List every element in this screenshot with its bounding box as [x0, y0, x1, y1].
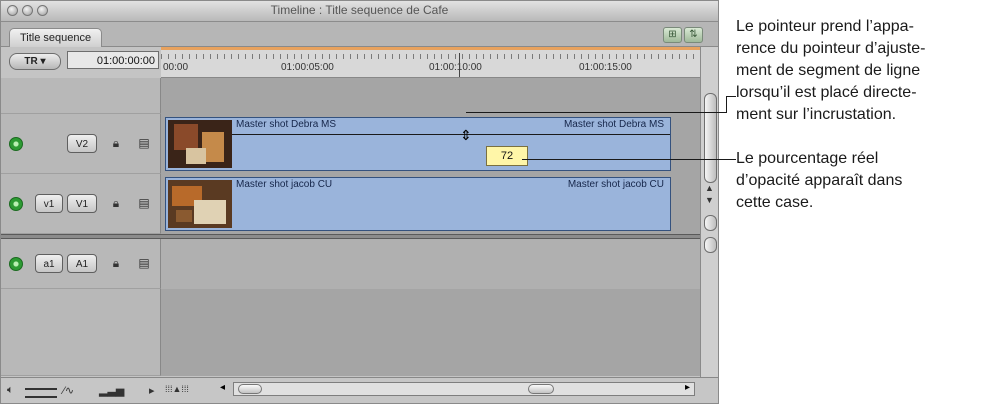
clip-thumbnail — [168, 120, 232, 168]
speaker-icon[interactable]: 🔈︎ — [7, 384, 14, 397]
lock-icon[interactable]: 🔒︎ — [109, 256, 123, 270]
annotation-line: d’opacité apparaît dans — [736, 172, 903, 189]
leader-line — [522, 159, 736, 160]
track-area-v2: Master shot Debra MS Master shot Debra M… — [161, 114, 700, 174]
leader-line — [726, 96, 736, 97]
opacity-overlay-line[interactable] — [232, 134, 670, 135]
annotation-line: Le pointeur prend l’appa- — [736, 18, 914, 35]
auto-select-icon[interactable]: ▤ — [137, 196, 151, 210]
timeline-bottom-bar: 🔈︎ ⁄∿ ▂▃▅ ▸ ⁞⁞⁞▲⁞⁞⁞ ◂ ▸ — [1, 377, 718, 403]
scroll-thumb[interactable] — [528, 384, 554, 394]
lock-icon[interactable]: 🔒︎ — [109, 136, 123, 150]
tracks-area: V2 🔒︎ ▤ Master shot Debra MS Master shot… — [1, 78, 700, 376]
track-selector-button[interactable]: TR ▾ — [9, 53, 61, 70]
track-size-icon[interactable]: ▂▃▅ — [99, 384, 124, 397]
clip-name: Master shot Debra MS — [236, 119, 337, 130]
zoom-slider-icon[interactable]: ⁞⁞⁞▲⁞⁞⁞ — [165, 384, 189, 394]
line-adjust-cursor-icon: ⇕ — [460, 127, 472, 143]
video-audio-split-handle[interactable] — [704, 215, 717, 231]
clip-thumbnail — [168, 180, 232, 228]
annotation-line: Le pourcentage réel — [736, 150, 879, 167]
visibility-icon[interactable] — [9, 137, 23, 151]
opacity-value-tooltip: 72 — [486, 146, 528, 166]
percentage-annotation: Le pourcentage réel d’opacité apparaît d… — [736, 148, 902, 214]
clip-debra[interactable]: Master shot Debra MS Master shot Debra M… — [165, 117, 671, 171]
clip-name: Master shot Debra MS — [563, 119, 664, 130]
visibility-icon[interactable] — [9, 197, 23, 211]
clip-jacob[interactable]: Master shot jacob CU Master shot jacob C… — [165, 177, 671, 231]
track-header-v2: V2 🔒︎ ▤ — [1, 114, 161, 174]
ruler-label: 01:00:05:00 — [281, 62, 334, 73]
annotation-line: rence du pointeur d’ajuste- — [736, 40, 926, 57]
track-header-v1: v1 V1 🔒︎ ▤ — [1, 174, 161, 234]
target-v1-button[interactable]: V1 — [67, 194, 97, 213]
track-area-empty — [161, 78, 700, 114]
annotation-line: cette case. — [736, 194, 814, 211]
target-v2-button[interactable]: V2 — [67, 134, 97, 153]
track-area-v1: Master shot jacob CU Master shot jacob C… — [161, 174, 700, 234]
clip-overlays-icon[interactable]: ⁄∿ — [63, 384, 74, 397]
lock-icon[interactable]: 🔒︎ — [109, 196, 123, 210]
timeline-controls: TR ▾ 01:00:00:00 — [1, 47, 161, 73]
annotation-line: ment de segment de ligne — [736, 62, 921, 79]
pointer-annotation: Le pointeur prend l’appa- rence du point… — [736, 16, 925, 126]
time-ruler[interactable]: 00:00 01:00:05:00 01:00:10:00 01:00:15:0… — [161, 47, 700, 78]
leader-line — [726, 96, 727, 113]
tab-title-sequence[interactable]: Title sequence — [9, 28, 103, 47]
track-area-empty — [161, 289, 700, 376]
clip-name: Master shot jacob CU — [236, 179, 333, 190]
track-header-empty — [1, 289, 161, 376]
tab-row: Title sequence ⊞ ⇅ — [1, 22, 718, 47]
vertical-scrollbar[interactable]: ▲ ▼ — [700, 47, 718, 377]
track-header-a1: a1 A1 🔒︎ ▤ — [1, 239, 161, 289]
scroll-thumb[interactable] — [704, 93, 717, 183]
playhead[interactable] — [459, 53, 460, 77]
source-a1-button[interactable]: a1 — [35, 254, 63, 273]
clip-name: Master shot jacob CU — [567, 179, 664, 190]
linking-toggle-icon[interactable]: ⇅ — [684, 27, 703, 43]
leader-line — [471, 112, 727, 113]
scroll-right-icon[interactable]: ▸ — [685, 382, 690, 393]
render-status-bar — [161, 47, 700, 50]
ruler-label: 01:00:10:00 — [429, 62, 482, 73]
target-a1-button[interactable]: A1 — [67, 254, 97, 273]
snapping-toggle-icon[interactable]: ⊞ — [663, 27, 682, 43]
zoom-arrow-icon[interactable]: ▸ — [149, 384, 155, 397]
source-v1-button[interactable]: v1 — [35, 194, 63, 213]
horizontal-scrollbar[interactable]: ◂ ▸ — [220, 382, 695, 396]
auto-select-icon[interactable]: ▤ — [137, 256, 151, 270]
title-bar[interactable]: Timeline : Title sequence de Cafe — [1, 1, 718, 22]
timeline-window: Timeline : Title sequence de Cafe Title … — [0, 0, 719, 404]
ruler-label: 01:00:15:00 — [579, 62, 632, 73]
scroll-up-icon[interactable]: ▲ — [705, 183, 714, 193]
scroll-left-icon[interactable]: ◂ — [220, 382, 225, 393]
audio-enable-icon[interactable] — [9, 257, 23, 271]
timecode-field[interactable]: 01:00:00:00 — [67, 51, 159, 69]
track-area-a1 — [161, 239, 700, 289]
window-title: Timeline : Title sequence de Cafe — [270, 3, 449, 17]
audio-scroll-thumb[interactable] — [704, 237, 717, 253]
ruler-label: 00:00 — [163, 62, 189, 73]
ruler-ticks — [161, 54, 700, 59]
scroll-down-icon[interactable]: ▼ — [705, 195, 714, 205]
zoom-thumb[interactable] — [238, 384, 262, 394]
auto-select-icon[interactable]: ▤ — [137, 136, 151, 150]
track-height-icon[interactable] — [25, 388, 57, 398]
track-header-empty — [1, 78, 161, 114]
annotation-line: ment sur l’incrustation. — [736, 106, 897, 123]
annotation-line: lorsqu’il est placé directe- — [736, 84, 917, 101]
